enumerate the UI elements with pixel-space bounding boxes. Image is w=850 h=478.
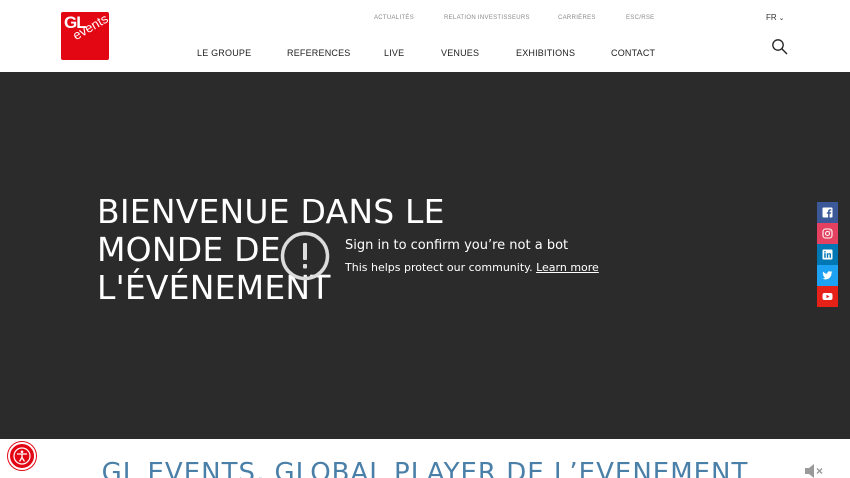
top-nav-esc-rse[interactable]: ESC/RSE (626, 15, 654, 21)
top-nav: ACTUALITÉS RELATION INVESTISSEURS CARRIÈ… (0, 15, 850, 25)
twitter-icon (822, 271, 833, 280)
top-nav-investisseurs[interactable]: RELATION INVESTISSEURS (444, 15, 530, 21)
learn-more-link[interactable]: Learn more (536, 261, 599, 274)
accessibility-button[interactable] (8, 442, 36, 470)
instagram-icon (822, 228, 833, 239)
warning-icon (280, 231, 330, 281)
youtube-button[interactable] (817, 286, 838, 307)
nav-references[interactable]: REFERENCES (287, 48, 351, 58)
search-icon (772, 39, 788, 55)
instagram-button[interactable] (817, 223, 838, 244)
bot-check-text: This helps protect our community. (345, 261, 533, 274)
nav-live[interactable]: LIVE (384, 48, 404, 58)
linkedin-icon (822, 249, 833, 260)
site-header: GL events ACTUALITÉS RELATION INVESTISSE… (0, 0, 850, 72)
nav-le-groupe[interactable]: LE GROUPE (197, 48, 251, 58)
facebook-icon (822, 207, 833, 218)
search-button[interactable] (771, 38, 789, 56)
youtube-icon (822, 293, 833, 300)
section-title: GL EVENTS, GLOBAL PLAYER DE L’EVENEMENT (101, 458, 749, 478)
nav-venues[interactable]: VENUES (441, 48, 479, 58)
linkedin-button[interactable] (817, 244, 838, 265)
nav-exhibitions[interactable]: EXHIBITIONS (516, 48, 575, 58)
twitter-button[interactable] (817, 265, 838, 286)
bot-check-title: Sign in to confirm you’re not a bot (345, 238, 569, 253)
social-bar (817, 202, 838, 307)
language-selector[interactable]: FR ⌄ (766, 13, 785, 22)
top-nav-carrieres[interactable]: CARRIÈRES (558, 15, 596, 21)
facebook-button[interactable] (817, 202, 838, 223)
main-nav: LE GROUPE REFERENCES LIVE VENUES EXHIBIT… (0, 48, 850, 60)
top-nav-actualites[interactable]: ACTUALITÉS (374, 15, 414, 21)
bot-check-subtitle: This helps protect our community. Learn … (345, 261, 599, 274)
chevron-down-icon: ⌄ (778, 15, 785, 22)
accessibility-icon (13, 447, 31, 465)
hero-video: BIENVENUE DANS LE MONDE DE L'ÉVÉNEMENT S… (0, 72, 850, 478)
language-label: FR (766, 13, 777, 22)
nav-contact[interactable]: CONTACT (611, 48, 655, 58)
